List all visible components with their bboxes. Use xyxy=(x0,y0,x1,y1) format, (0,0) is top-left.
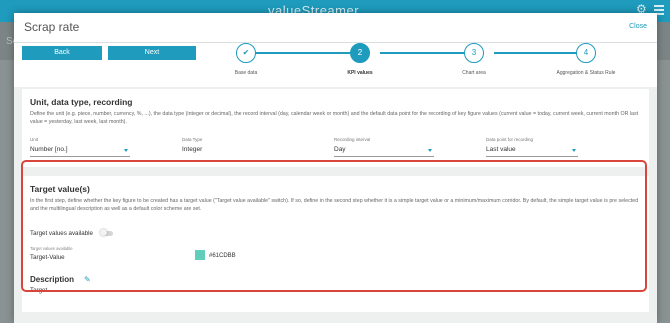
unit-section-description: Define the unit (e.g. piece, number, cur… xyxy=(30,111,639,125)
unit-section: Unit, data type, recording Define the un… xyxy=(22,89,649,167)
chevron-down-icon xyxy=(428,149,432,152)
recording-interval-label: Recording interval xyxy=(334,137,371,142)
step-2-kpi-values[interactable]: 2 xyxy=(350,43,370,63)
chevron-down-icon xyxy=(124,149,128,152)
data-type-value: Integer xyxy=(182,146,203,153)
data-type-value-box: Integer xyxy=(182,145,282,157)
recording-interval-value: Day xyxy=(334,146,346,153)
unit-section-title: Unit, data type, recording xyxy=(30,97,133,107)
step-1-base-data[interactable]: ✔ xyxy=(236,43,256,63)
step-4-aggregation[interactable]: 4 xyxy=(576,43,596,63)
unit-select[interactable]: Number [no.] xyxy=(30,145,130,157)
data-type-field: Data Type Integer xyxy=(182,137,282,157)
unit-value: Number [no.] xyxy=(30,146,68,153)
chevron-down-icon xyxy=(572,149,576,152)
step-1-label: Base data xyxy=(234,70,258,76)
data-type-label: Data Type xyxy=(182,137,203,142)
modal-header: Scrap rate Close xyxy=(14,13,657,43)
unit-label: Unit xyxy=(30,137,39,142)
data-point-field[interactable]: Data point for recording Last value xyxy=(486,137,578,157)
close-link[interactable]: Close xyxy=(629,23,647,30)
step-connector xyxy=(494,52,586,54)
step-2-label: KPI values xyxy=(347,70,373,76)
step-connector xyxy=(380,52,474,54)
next-button[interactable]: Next xyxy=(108,46,196,60)
step-3-chart-area[interactable]: 3 xyxy=(464,43,484,63)
back-button[interactable]: Back xyxy=(22,46,102,60)
data-point-select[interactable]: Last value xyxy=(486,145,578,157)
recording-interval-field[interactable]: Recording interval Day xyxy=(334,137,434,157)
step-connector xyxy=(246,52,360,54)
recording-interval-select[interactable]: Day xyxy=(334,145,434,157)
wizard-bar: Back Next ✔ 2 3 4 Base data KPI values C… xyxy=(14,43,657,87)
highlight-frame xyxy=(21,160,647,292)
checkmark-icon: ✔ xyxy=(242,48,250,57)
unit-field[interactable]: Unit Number [no.] xyxy=(30,137,130,157)
data-point-value: Last value xyxy=(486,146,516,153)
step-3-label: Chart area xyxy=(462,70,486,76)
modal-title: Scrap rate xyxy=(24,20,80,34)
data-point-label: Data point for recording xyxy=(486,137,534,142)
step-4-label: Aggregation & Status Rule xyxy=(556,70,616,76)
